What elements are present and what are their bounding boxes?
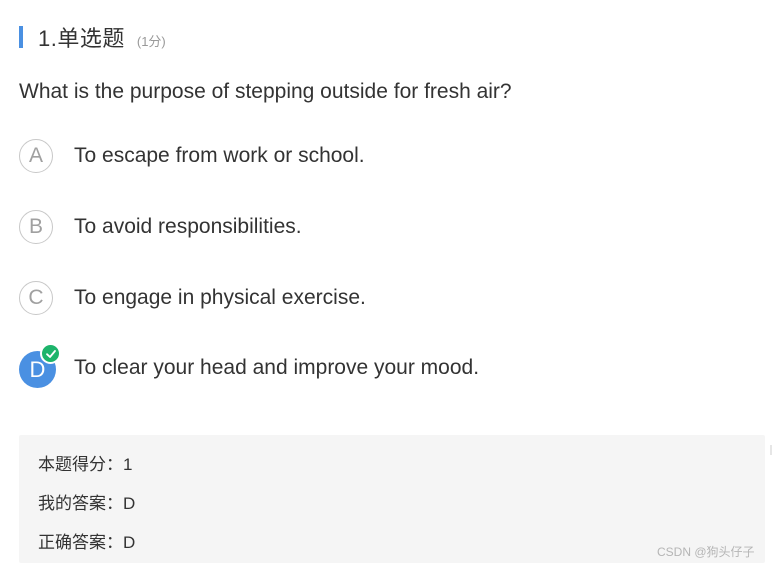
accent-bar xyxy=(19,26,23,48)
option-c[interactable]: C To engage in physical exercise. xyxy=(19,281,719,321)
scrollbar-edge xyxy=(770,445,772,455)
check-icon xyxy=(40,343,61,364)
option-d-text: To clear your head and improve your mood… xyxy=(74,356,480,379)
result-panel: 本题得分：1 我的答案：D 正确答案：D xyxy=(19,435,765,563)
option-d[interactable]: D To clear your head and improve your mo… xyxy=(19,343,719,391)
option-a-circle[interactable]: A xyxy=(19,139,53,173)
my-answer-line: 我的答案：D xyxy=(38,494,136,513)
option-b-text: To avoid responsibilities. xyxy=(74,215,302,238)
option-c-circle[interactable]: C xyxy=(19,281,53,315)
watermark: CSDN @狗头仔子 xyxy=(657,545,755,559)
correct-answer-line: 正确答案：D xyxy=(38,533,136,552)
option-b-circle[interactable]: B xyxy=(19,210,53,244)
question-header: 1.单选题 (1分) xyxy=(19,22,166,52)
question-number-title: 1.单选题 xyxy=(38,26,125,51)
question-text: What is the purpose of stepping outside … xyxy=(19,80,512,103)
option-c-text: To engage in physical exercise. xyxy=(74,286,366,309)
option-a-text: To escape from work or school. xyxy=(74,144,365,167)
score-line: 本题得分：1 xyxy=(38,455,133,474)
question-score-note: (1分) xyxy=(136,33,166,49)
option-b[interactable]: B To avoid responsibilities. xyxy=(19,210,719,250)
option-a[interactable]: A To escape from work or school. xyxy=(19,139,719,179)
